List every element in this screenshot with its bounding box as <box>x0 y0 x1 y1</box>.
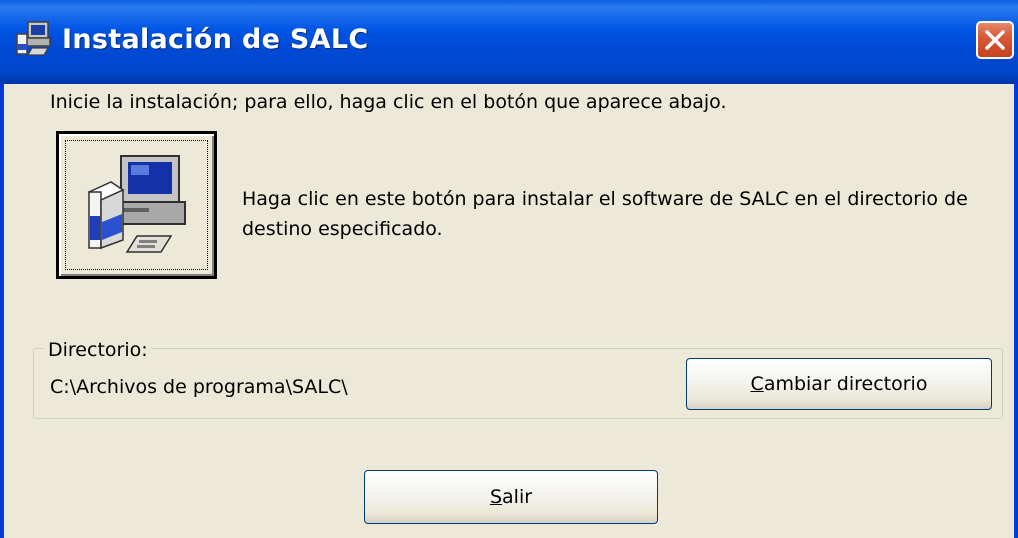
title-bar[interactable]: Instalación de SALC <box>0 0 1018 84</box>
install-description: Haga clic en este botón para instalar el… <box>242 188 968 240</box>
change-directory-mnemonic: C <box>750 373 764 395</box>
directory-group-label: Directorio: <box>44 338 152 362</box>
exit-mnemonic: S <box>489 486 503 508</box>
change-directory-button[interactable]: Cambiar directorio <box>686 358 992 410</box>
directory-path: C:\Archivos de programa\SALC\ <box>50 376 348 398</box>
close-button[interactable] <box>976 21 1014 59</box>
setup-computer-icon <box>16 21 51 56</box>
setup-computer-icon <box>87 155 186 253</box>
window-title: Instalación de SALC <box>62 24 369 55</box>
close-icon <box>985 30 1005 50</box>
setup-dialog: Instalación de SALC Inicie la instalació… <box>0 0 1018 538</box>
window-border-left <box>0 84 4 538</box>
intro-text: Inicie la instalación; para ello, haga c… <box>50 91 727 113</box>
exit-label: alir <box>502 486 533 508</box>
window-border-right <box>1014 84 1018 538</box>
install-button[interactable] <box>56 131 217 279</box>
change-directory-label: ambiar directorio <box>763 373 928 395</box>
exit-button[interactable]: Salir <box>364 470 658 524</box>
